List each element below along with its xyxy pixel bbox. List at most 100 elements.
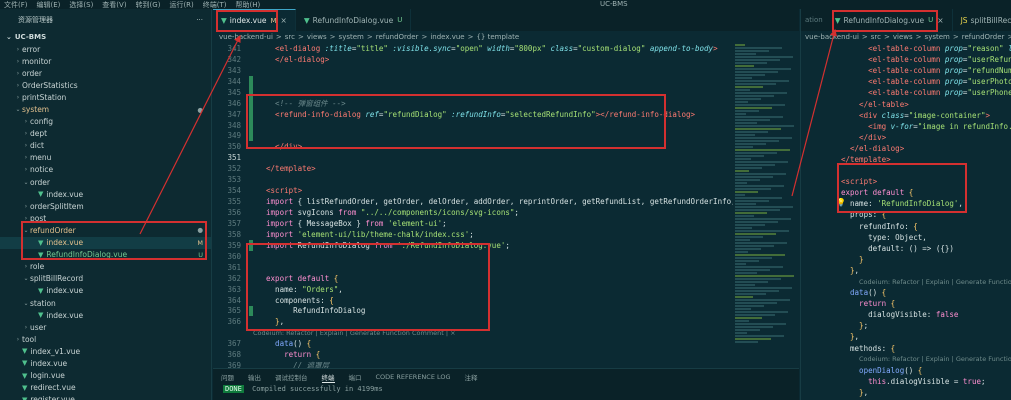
code-line[interactable]: 357 import { MessageBox } from 'element-…: [213, 218, 733, 229]
folder-item[interactable]: › menu: [0, 152, 211, 164]
folder-item[interactable]: › orderSplitItem: [0, 200, 211, 212]
file-item[interactable]: ▼ index_v1.vue: [0, 345, 211, 357]
code-line[interactable]: 352 </template>: [213, 163, 733, 174]
breadcrumb-item[interactable]: src: [285, 33, 295, 41]
code-line[interactable]: 358 import 'element-ui/lib/theme-chalk/i…: [213, 229, 733, 240]
tree-item-label: orderSplitItem: [30, 201, 84, 211]
panel-tab[interactable]: 端口: [349, 372, 362, 382]
folder-item[interactable]: ⌄ order: [0, 176, 211, 188]
breadcrumb-item[interactable]: views: [893, 33, 913, 41]
folder-item[interactable]: › role: [0, 261, 211, 273]
code-line[interactable]: 341 <el-dialog :title="title" :visible.s…: [213, 43, 733, 54]
code-line[interactable]: 342 </el-dialog>: [213, 54, 733, 65]
code-line[interactable]: return {: [801, 298, 1011, 309]
folder-item[interactable]: › user: [0, 321, 211, 333]
close-icon[interactable]: ×: [281, 16, 287, 25]
file-item[interactable]: ▼ index.vue: [0, 188, 211, 200]
folder-item[interactable]: › tool: [0, 333, 211, 345]
close-icon[interactable]: ×: [937, 16, 943, 25]
file-item[interactable]: ▼ index.vue: [0, 357, 211, 369]
code-line[interactable]: 353: [213, 174, 733, 185]
more-actions-icon[interactable]: ···: [196, 16, 203, 24]
code-line[interactable]: };: [801, 320, 1011, 331]
minimap-line: [735, 278, 781, 280]
folder-item[interactable]: › printStation: [0, 91, 211, 103]
code-line[interactable]: data() {: [801, 287, 1011, 298]
panel-tab[interactable]: 调试控制台: [275, 372, 308, 382]
folder-item[interactable]: ⌄ system ●: [0, 103, 211, 115]
breadcrumb-item[interactable]: vue-backend-ui: [805, 33, 859, 41]
codelens[interactable]: Codeium: Refactor | Explain | Generate F…: [801, 354, 1011, 365]
breadcrumb-item[interactable]: refundOrder: [962, 33, 1005, 41]
code-line[interactable]: 368 return {: [213, 349, 733, 360]
code-line[interactable]: this .dialogVisible = true;: [801, 376, 1011, 387]
breadcrumb-item[interactable]: index.vue: [430, 33, 464, 41]
code-line[interactable]: 356 import svgIcons from "../../componen…: [213, 207, 733, 218]
code-line[interactable]: default: () => ({}): [801, 243, 1011, 254]
breadcrumb-item[interactable]: system: [925, 33, 950, 41]
breadcrumb-item[interactable]: vue-backend-ui: [219, 33, 273, 41]
code-line[interactable]: refundInfo: {: [801, 221, 1011, 232]
panel-tab[interactable]: 终端: [321, 372, 335, 383]
code-line[interactable]: },: [801, 331, 1011, 342]
panel-tab[interactable]: CODE REFERENCE LOG: [376, 373, 451, 381]
folder-item[interactable]: › dict: [0, 140, 211, 152]
code-line[interactable]: </div>: [801, 132, 1011, 143]
code-token: ,: [854, 265, 860, 275]
code-line[interactable]: <img v-for="image in refundInfo.im: [801, 121, 1011, 132]
editor-tab[interactable]: ▼ RefundInfoDialog.vue U: [296, 9, 412, 31]
code-line[interactable]: },: [801, 387, 1011, 398]
breadcrumb-item[interactable]: src: [871, 33, 881, 41]
code-line[interactable]: 369 // 遮罩层: [213, 360, 733, 368]
folder-item[interactable]: › order: [0, 67, 211, 79]
workspace-root[interactable]: ⌄ UC-BMS: [0, 31, 211, 43]
editor-right-tab[interactable]: JSsplitBillRecord.js: [953, 9, 1011, 31]
code-line[interactable]: <el-table-column prop="userPhotoUr: [801, 76, 1011, 87]
folder-item[interactable]: ⌄ splitBillRecord: [0, 273, 211, 285]
code-line[interactable]: type: Object,: [801, 232, 1011, 243]
breadcrumb-item[interactable]: refundOrder: [376, 33, 419, 41]
code-line[interactable]: 367 data() {: [213, 338, 733, 349]
code-line[interactable]: methods: {: [801, 343, 1011, 354]
file-item[interactable]: ▼ index.vue: [0, 309, 211, 321]
code-line[interactable]: 354 <script>: [213, 185, 733, 196]
tree-item-label: config: [30, 117, 53, 127]
code-line[interactable]: <div class = "image-container" >: [801, 110, 1011, 121]
folder-item[interactable]: › notice: [0, 164, 211, 176]
folder-item[interactable]: › config: [0, 116, 211, 128]
folder-item[interactable]: ⌄ station: [0, 297, 211, 309]
code-line[interactable]: 355 import { listRefundOrder, getOrder, …: [213, 196, 733, 207]
code-line[interactable]: }: [801, 254, 1011, 265]
code-line[interactable]: 343: [213, 65, 733, 76]
code-line[interactable]: <el-table-column prop="userRefundR: [801, 54, 1011, 65]
file-item[interactable]: ▼ login.vue: [0, 370, 211, 382]
code-line[interactable]: </el-dialog>: [801, 143, 1011, 154]
code-line[interactable]: dialogVisible: false: [801, 309, 1011, 320]
folder-item[interactable]: › dept: [0, 128, 211, 140]
code-line[interactable]: },: [801, 265, 1011, 276]
code-line[interactable]: </el-table>: [801, 98, 1011, 109]
breadcrumb-item[interactable]: views: [307, 33, 327, 41]
panel-tab[interactable]: 问题: [221, 372, 234, 382]
file-item[interactable]: ▼ index.vue: [0, 285, 211, 297]
code-line[interactable]: <el-table-column prop="refundNum": [801, 65, 1011, 76]
folder-item[interactable]: › monitor: [0, 55, 211, 67]
code-editor-right[interactable]: <el-table-column prop="reason" lab <el-t…: [800, 43, 1011, 400]
tree-item-label: tool: [22, 334, 37, 344]
terminal-output[interactable]: DONE Compiled successfully in 4199ms: [213, 385, 799, 393]
file-item[interactable]: ▼ register.vue: [0, 394, 211, 400]
panel-tab[interactable]: 输出: [248, 372, 261, 382]
code-line[interactable]: 351: [213, 152, 733, 163]
folder-item[interactable]: › error: [0, 43, 211, 55]
code-line[interactable]: <el-table-column prop="reason" lab: [801, 43, 1011, 54]
minimap[interactable]: [733, 43, 799, 368]
file-item[interactable]: ▼ redirect.vue: [0, 382, 211, 394]
code-line[interactable]: <el-table-column prop="userPhone": [801, 87, 1011, 98]
breadcrumb-item[interactable]: {} template: [476, 33, 519, 41]
panel-tab[interactable]: 注释: [465, 372, 478, 382]
folder-item[interactable]: › OrderStatistics: [0, 79, 211, 91]
code-line[interactable]: openDialog() {: [801, 365, 1011, 376]
code-line[interactable]: 344: [213, 75, 733, 87]
codelens[interactable]: Codeium: Refactor | Explain | Generate F…: [801, 276, 1011, 287]
breadcrumb-item[interactable]: system: [339, 33, 364, 41]
